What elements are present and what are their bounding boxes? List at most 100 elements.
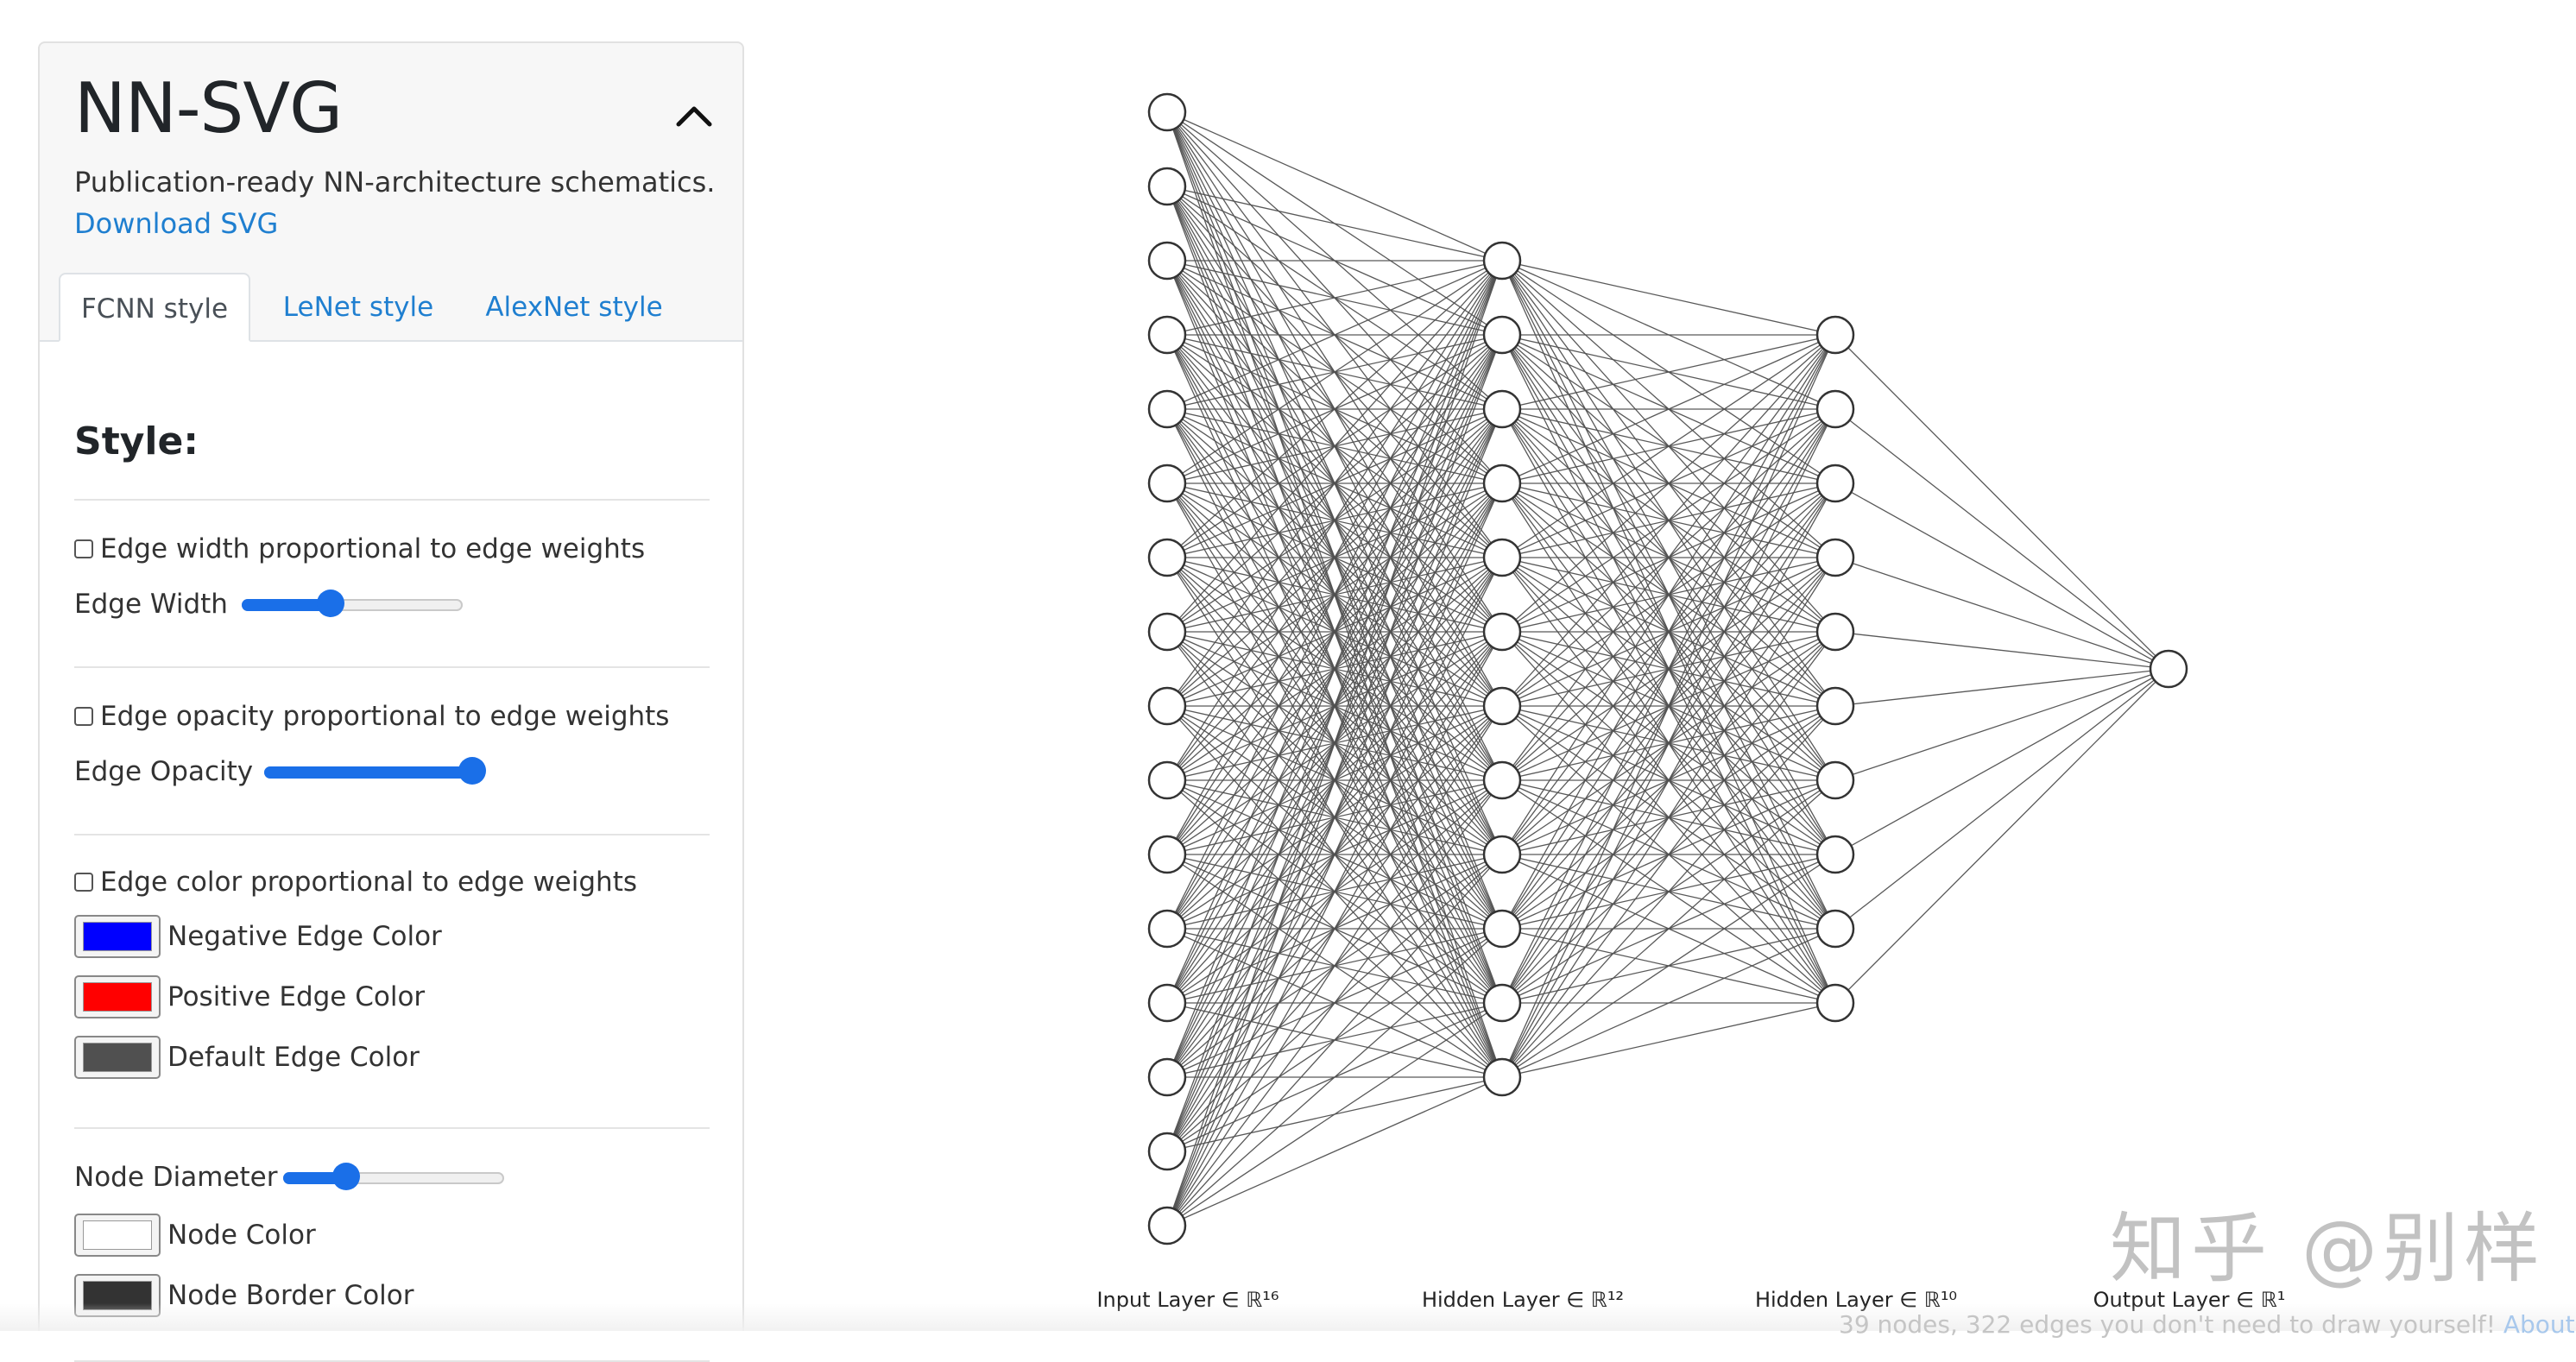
edge-width-proportional-checkbox[interactable] [74, 539, 93, 558]
network-node-layer-1 [1147, 315, 1187, 355]
network-edge [1166, 1076, 1503, 1226]
edge-width-proportional-row: Edge width proportional to edge weights [74, 533, 645, 564]
network-edge [1834, 668, 2169, 1004]
node-diameter-slider-thumb[interactable] [331, 1163, 360, 1190]
network-node-layer-1 [1147, 909, 1187, 949]
network-node-layer-2 [1482, 241, 1522, 281]
collapse-chevron-up-icon[interactable] [668, 91, 720, 143]
style-form: Style: Edge width proportional to edge w… [40, 342, 742, 1362]
network-node-layer-2 [1482, 612, 1522, 652]
network-node-layer-2 [1482, 389, 1522, 429]
network-node-layer-1 [1147, 1132, 1187, 1171]
edge-opacity-proportional-label: Edge opacity proportional to edge weight… [100, 701, 670, 732]
network-node-layer-3 [1815, 612, 1855, 652]
tab-lenet-style[interactable]: LeNet style [266, 273, 451, 342]
style-heading: Style: [74, 419, 199, 463]
edge-color-proportional-row: Edge color proportional to edge weights [74, 867, 637, 898]
node-color-row: Node Color [74, 1214, 316, 1257]
network-node-layer-2 [1482, 760, 1522, 800]
footer-stats-text: 39 nodes, 322 edges you don't need to dr… [1839, 1310, 2503, 1339]
network-node-layer-1 [1147, 241, 1187, 281]
network-node-layer-1 [1147, 686, 1187, 726]
network-node-layer-3 [1815, 686, 1855, 726]
network-node-layer-3 [1815, 909, 1855, 949]
edge-opacity-proportional-checkbox[interactable] [74, 707, 93, 726]
network-node-layer-3 [1815, 389, 1855, 429]
network-edge [1834, 668, 2169, 781]
edge-color-proportional-checkbox[interactable] [74, 873, 93, 892]
negative-edge-color-row: Negative Edge Color [74, 915, 442, 958]
network-node-layer-1 [1147, 389, 1187, 429]
network-node-layer-1 [1147, 92, 1187, 132]
divider [74, 1127, 710, 1129]
edge-width-proportional-label: Edge width proportional to edge weights [100, 533, 646, 564]
network-edge [1166, 111, 1503, 262]
network-node-layer-1 [1147, 983, 1187, 1023]
style-tabs: FCNN style LeNet style AlexNet style [40, 273, 742, 342]
divider [74, 834, 710, 835]
tab-alexnet-style[interactable]: AlexNet style [464, 273, 684, 342]
node-diameter-slider[interactable] [283, 1163, 504, 1190]
edge-width-slider-fill [242, 599, 329, 611]
network-edge [1501, 557, 1836, 1078]
negative-edge-color-chip [83, 922, 152, 951]
network-edge [1501, 260, 1836, 336]
divider [74, 666, 710, 668]
network-node-layer-3 [1815, 315, 1855, 355]
node-color-label: Node Color [167, 1220, 316, 1251]
edge-opacity-proportional-row: Edge opacity proportional to edge weight… [74, 701, 669, 732]
network-node-layer-2 [1482, 315, 1522, 355]
node-color-chip [83, 1220, 152, 1250]
network-node-layer-2 [1482, 463, 1522, 503]
network-diagram: Input Layer ∈ ℝ¹⁶ Hidden Layer ∈ ℝ¹² Hidde… [1096, 92, 2285, 1312]
about-link[interactable]: About [2503, 1310, 2575, 1339]
positive-edge-color-row: Positive Edge Color [74, 975, 425, 1018]
watermark-text: 知乎 @别样 [2110, 1204, 2545, 1293]
panel-header: NN-SVG Publication-ready NN-architecture… [40, 43, 742, 342]
default-edge-color-row: Default Edge Color [74, 1036, 420, 1079]
network-node-layer-1 [1147, 538, 1187, 577]
network-node-layer-3 [1815, 538, 1855, 577]
positive-edge-color-label: Positive Edge Color [167, 981, 426, 1012]
tab-fcnn-style[interactable]: FCNN style [59, 273, 250, 342]
edge-opacity-slider-thumb[interactable] [458, 757, 487, 785]
positive-edge-color-picker[interactable] [74, 975, 161, 1018]
footer-note: 39 nodes, 322 edges you don't need to dr… [1839, 1310, 2575, 1339]
edge-width-slider[interactable] [242, 590, 463, 617]
network-node-layer-2 [1482, 909, 1522, 949]
network-node-layer-2 [1482, 1057, 1522, 1097]
network-edge [1834, 334, 2169, 670]
network-node-layer-4 [2149, 649, 2188, 689]
edge-width-slider-thumb[interactable] [316, 590, 344, 617]
network-edge [1834, 631, 2169, 670]
network-node-layer-1 [1147, 1206, 1187, 1245]
default-edge-color-picker[interactable] [74, 1036, 161, 1079]
edge-opacity-slider-fill [264, 766, 471, 779]
default-edge-color-chip [83, 1043, 152, 1072]
negative-edge-color-picker[interactable] [74, 915, 161, 958]
app-subtitle: Publication-ready NN-architecture schema… [74, 166, 716, 199]
default-edge-color-label: Default Edge Color [167, 1042, 420, 1073]
network-edge [1834, 408, 2169, 670]
network-edges [1166, 111, 2169, 1226]
network-edge [1834, 557, 2169, 670]
edge-width-label: Edge Width [74, 589, 228, 620]
node-color-picker[interactable] [74, 1214, 161, 1257]
divider [74, 499, 710, 501]
node-diameter-label: Node Diameter [74, 1162, 278, 1193]
settings-panel: NN-SVG Publication-ready NN-architecture… [38, 41, 744, 1362]
network-node-layer-3 [1815, 835, 1855, 874]
download-svg-link[interactable]: Download SVG [74, 207, 278, 240]
network-node-layer-3 [1815, 463, 1855, 503]
network-edge [1834, 482, 2169, 670]
edge-opacity-slider[interactable] [264, 757, 487, 785]
network-edge [1501, 408, 1836, 1078]
edge-opacity-label: Edge Opacity [74, 756, 254, 787]
network-node-layer-1 [1147, 167, 1187, 206]
network-node-layer-2 [1482, 983, 1522, 1023]
network-node-layer-1 [1147, 760, 1187, 800]
network-edge [1834, 668, 2169, 930]
network-node-layer-1 [1147, 463, 1187, 503]
network-node-layer-1 [1147, 835, 1187, 874]
network-edge [1834, 668, 2169, 707]
